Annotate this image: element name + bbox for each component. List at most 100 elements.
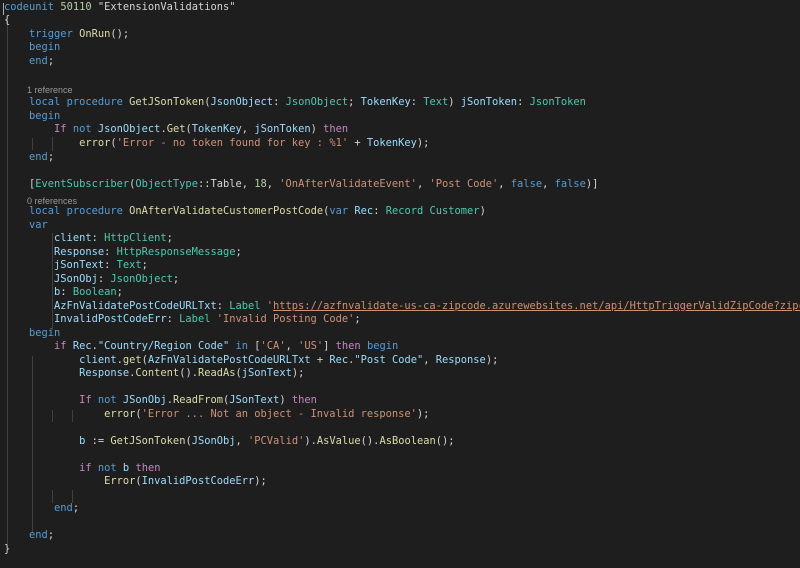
code-token: var (29, 219, 48, 231)
code-token: jSonText (241, 367, 292, 379)
code-token: (). (179, 367, 198, 379)
code-token: OnRun (79, 28, 111, 40)
code-token: TokenKey (360, 96, 411, 108)
code-token: JSonObj (191, 435, 236, 447)
code-token: , (235, 435, 249, 447)
code-token: end (54, 502, 73, 514)
code-token: end (29, 529, 48, 541)
code-token: : (373, 205, 386, 217)
code-token: , (423, 354, 436, 366)
code-line: JSonObj: JsonObject; (4, 273, 179, 287)
code-token: ; (141, 259, 148, 271)
code-token: Text (116, 259, 142, 271)
code-token: JSonObj (54, 273, 98, 285)
code-token: : (166, 313, 180, 325)
code-token: ; (235, 246, 242, 258)
code-token: (); (435, 435, 455, 447)
code-token: begin (366, 340, 399, 352)
code-token: https://azfnvalidate-us-ca-zipcode.azure… (273, 300, 800, 312)
code-token: [ (248, 340, 261, 352)
code-token: var (329, 205, 349, 217)
code-editor[interactable]: codeunit 50110 "ExtensionValidations"{ t… (0, 0, 800, 568)
code-token: } (4, 543, 11, 555)
code-token: jSonToken (460, 96, 518, 108)
code-token: : (104, 246, 117, 258)
code-token: Rec (72, 340, 92, 352)
code-token: 'PCValid' (248, 435, 305, 447)
code-line: [EventSubscriber(ObjectType::Table, 18, … (4, 178, 598, 192)
code-token: Content (135, 367, 180, 379)
code-token: "ExtensionValidations" (97, 1, 236, 13)
code-token: JSonObj (122, 394, 167, 406)
code-line: client: HttpClient; (4, 232, 173, 246)
code-line: begin (4, 110, 60, 124)
code-token: [ (4, 178, 36, 190)
code-token: 'Error ... Not an object - Invalid respo… (141, 408, 417, 420)
code-token: begin (29, 41, 61, 53)
code-token: jSonToken (254, 123, 311, 135)
code-token: Response (54, 246, 105, 258)
code-token: in (235, 340, 249, 352)
code-token: , (285, 340, 299, 352)
code-line: AzFnValidatePostCodeURLTxt: Label 'https… (4, 300, 800, 314)
code-token: InvalidPostCodeErr (141, 475, 255, 487)
code-token: ObjectType (135, 178, 198, 190)
code-token: codeunit (4, 1, 55, 13)
code-token: GetJSonToken (129, 96, 205, 108)
code-token: not (97, 462, 117, 474)
code-token: 'Invalid Posting Code' (216, 313, 355, 325)
code-token: ); (254, 475, 267, 487)
code-token: 'OnAfterValidateEvent' (279, 178, 417, 190)
code-line: end; (4, 151, 54, 165)
code-token: : (91, 232, 105, 244)
codelens-get-json-token-references[interactable]: 1 reference (27, 85, 73, 96)
code-token: end (29, 55, 48, 67)
codelens-on-after-validate-references[interactable]: 0 references (27, 196, 77, 207)
code-token: : (60, 286, 73, 298)
code-token: client (79, 354, 117, 366)
code-token: AzFnValidatePostCodeURLTxt (147, 354, 311, 366)
code-line: var (4, 219, 48, 233)
code-token: ; (348, 96, 361, 108)
code-token: , (498, 178, 511, 190)
code-token: TokenKey (366, 137, 417, 149)
code-token: JSonText (229, 394, 280, 406)
code-token: ); (291, 367, 305, 379)
code-line: b: Boolean; (4, 286, 123, 300)
code-token: Label (229, 300, 261, 312)
code-token: , (416, 178, 430, 190)
code-token: ; (47, 529, 55, 541)
code-token: ; (172, 273, 180, 285)
code-token: "Country/Region Code" (97, 340, 230, 352)
code-token: : (97, 273, 111, 285)
code-token: Record (385, 205, 424, 217)
code-token: ReadAs (197, 367, 236, 379)
code-token: procedure (66, 96, 123, 108)
code-line: client.get(AzFnValidatePostCodeURLTxt + … (4, 354, 498, 368)
code-line: end; (4, 529, 54, 543)
code-line: { (4, 14, 10, 28)
code-token: : (517, 96, 530, 108)
code-token: then (135, 462, 161, 474)
code-line: b := GetJSonToken(JSonObj, 'PCValid').As… (4, 435, 455, 449)
code-token: JsonObject (285, 96, 349, 108)
code-token: AsBoolean (379, 435, 436, 447)
code-line: Error(InvalidPostCodeErr); (4, 475, 267, 489)
code-line: If not JsonObject.Get(TokenKey, jSonToke… (4, 123, 348, 137)
code-token: not (72, 123, 92, 135)
code-token: ) (448, 96, 461, 108)
code-token: then (291, 394, 317, 406)
code-token: ] (323, 340, 336, 352)
code-token: Table (210, 178, 242, 190)
code-token: ) (310, 123, 324, 135)
